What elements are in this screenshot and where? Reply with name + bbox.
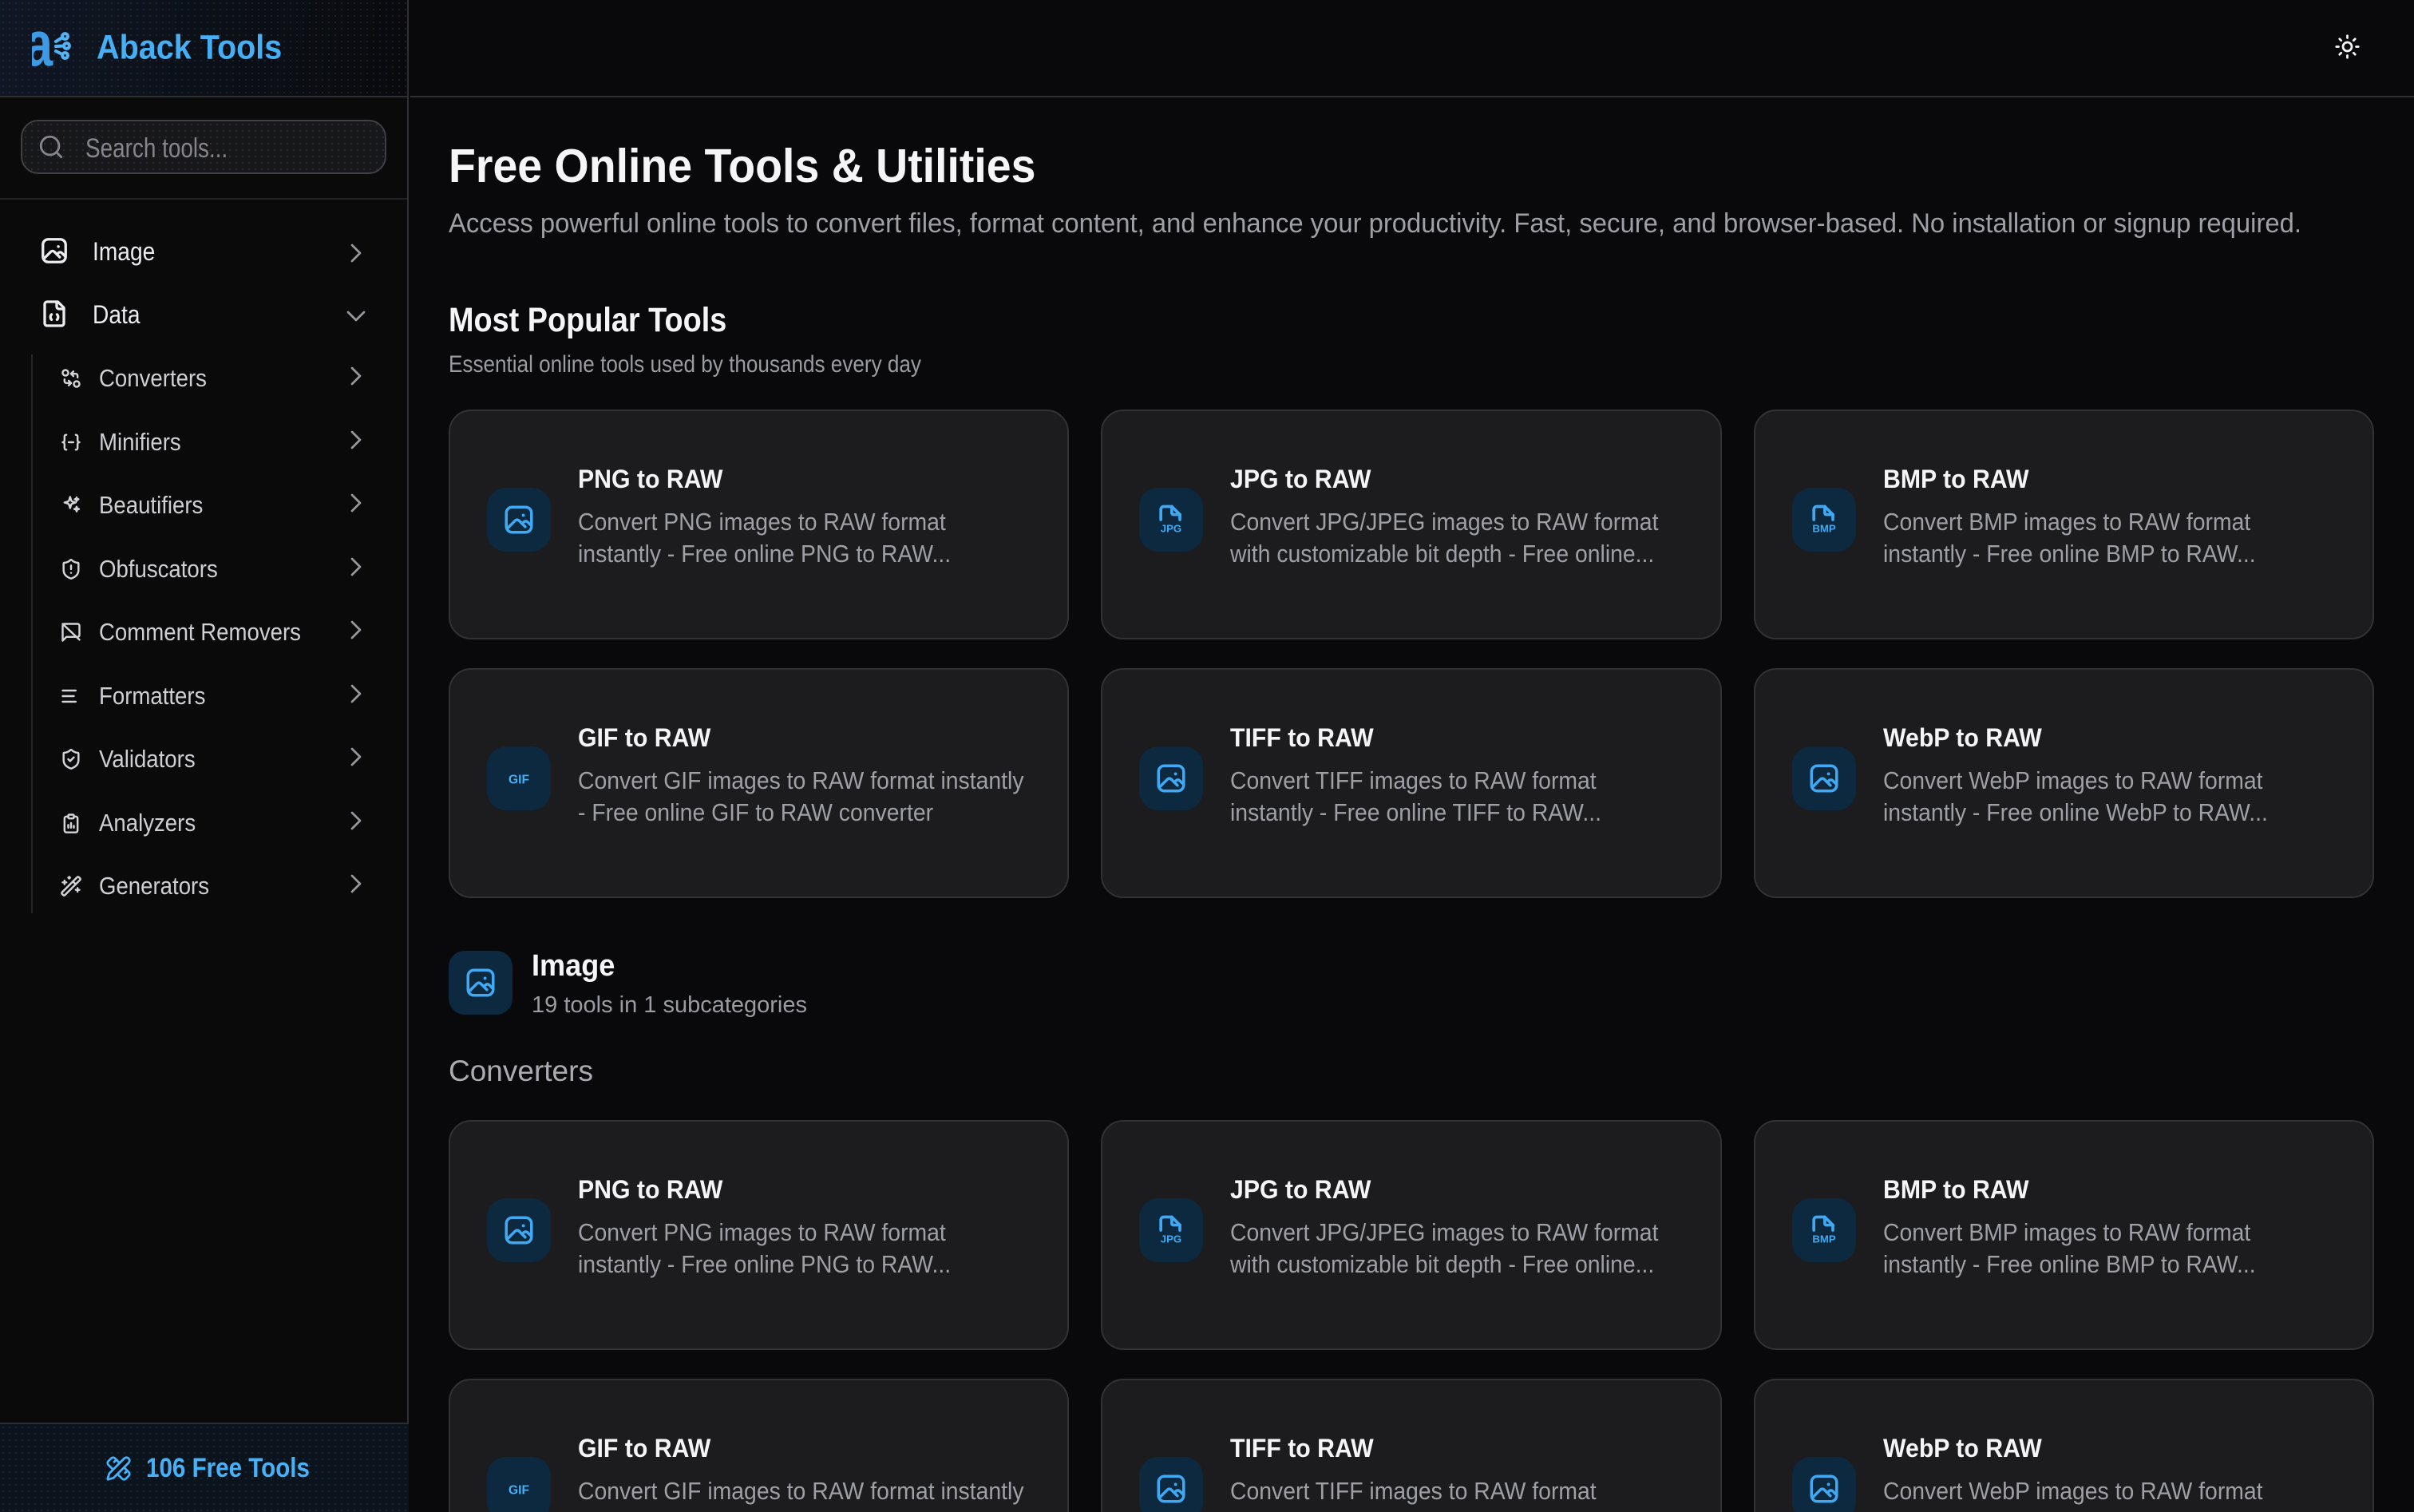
svg-text:GIF: GIF [509,1483,529,1497]
svg-text:JPG: JPG [1161,1233,1181,1245]
svg-text:JPG: JPG [1161,523,1181,535]
svg-text:BMP: BMP [1812,1233,1836,1245]
svg-text:GIF: GIF [509,773,529,786]
svg-text:a: a [32,11,53,80]
svg-text:BMP: BMP [1812,523,1836,535]
